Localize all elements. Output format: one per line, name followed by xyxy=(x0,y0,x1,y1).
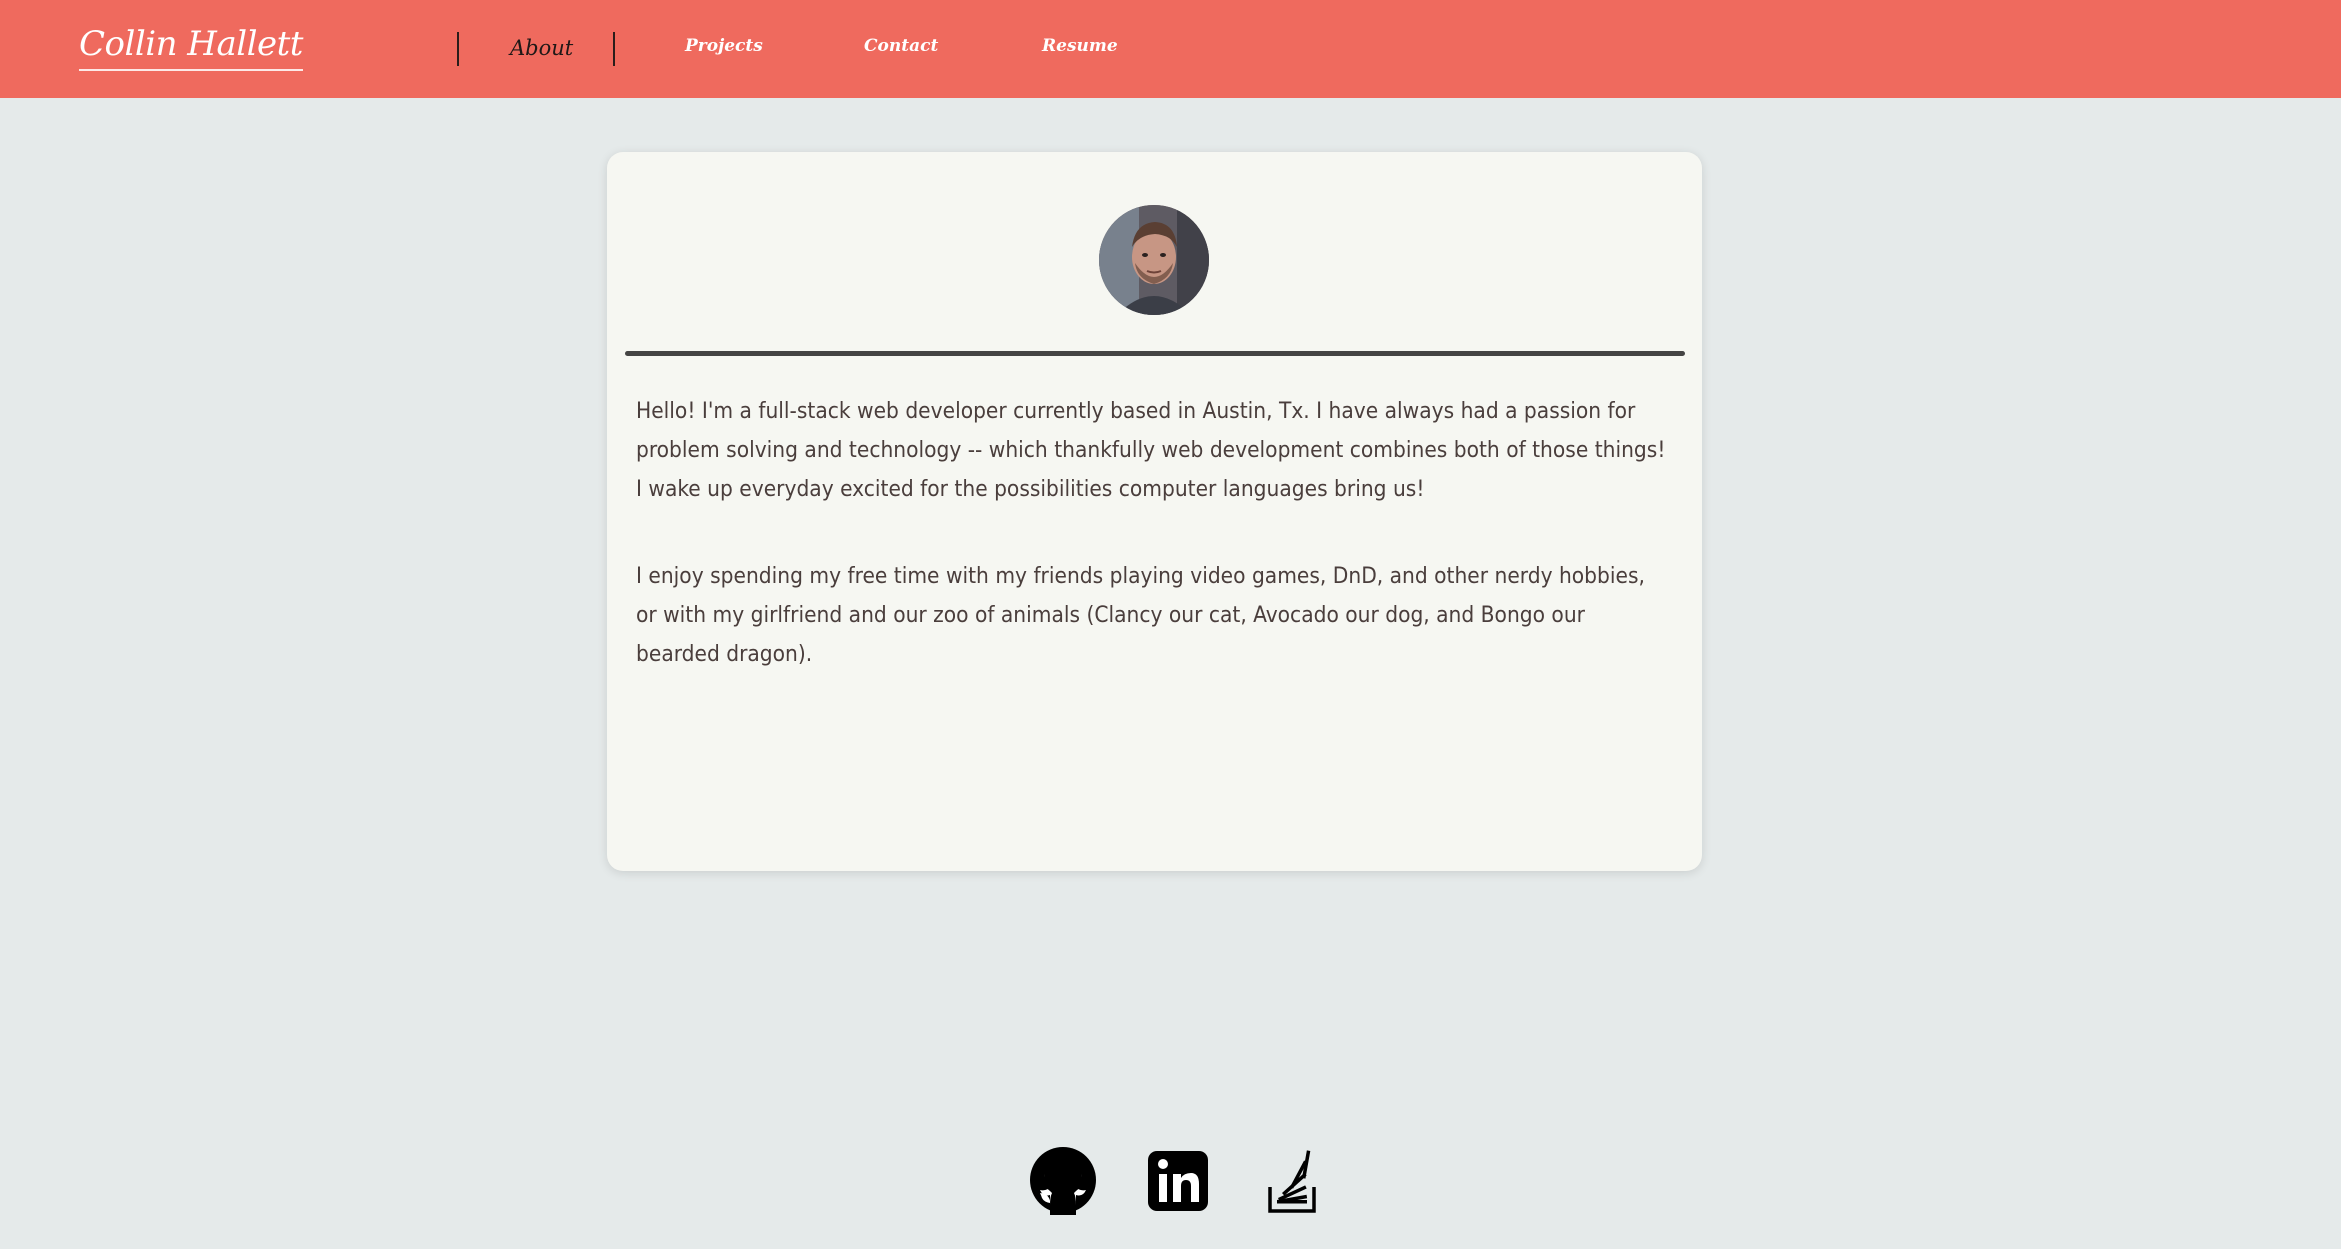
nav-link-contact[interactable]: Contact xyxy=(864,36,938,56)
card-divider xyxy=(625,351,1685,356)
brand-link[interactable]: Collin Hallett xyxy=(79,24,303,71)
nav-divider-left xyxy=(457,32,459,66)
github-icon[interactable] xyxy=(1028,1145,1098,1215)
stackoverflow-icon[interactable] xyxy=(1260,1145,1330,1215)
about-card: Hello! I'm a full-stack web developer cu… xyxy=(607,152,1702,871)
nav-link-projects[interactable]: Projects xyxy=(685,36,763,56)
bio-paragraph-hobbies: I enjoy spending my free time with my fr… xyxy=(636,563,1645,667)
nav-link-about[interactable]: About xyxy=(510,36,573,60)
nav-divider-right xyxy=(613,32,615,66)
bio-paragraph-intro: Hello! I'm a full-stack web developer cu… xyxy=(636,398,1666,502)
navbar: Collin Hallett About Projects Contact Re… xyxy=(0,0,2341,98)
avatar xyxy=(1099,205,1209,315)
linkedin-icon[interactable] xyxy=(1144,1145,1214,1215)
nav-link-resume[interactable]: Resume xyxy=(1042,36,1118,56)
